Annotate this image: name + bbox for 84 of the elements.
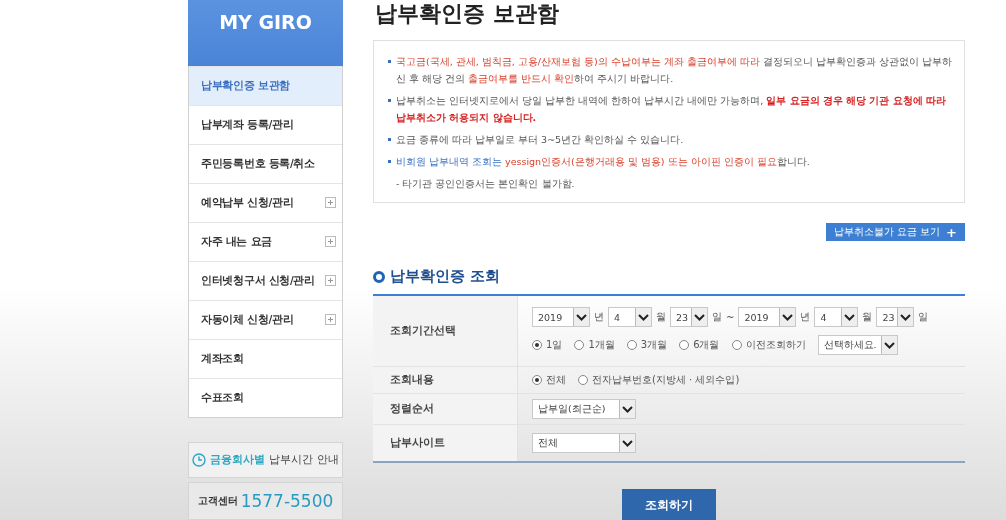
bullet-icon <box>388 138 391 141</box>
sidebar-item-label: 자주 내는 요금 <box>201 234 272 249</box>
sidebar-item[interactable]: 주민등록번호 등록/취소 <box>189 143 342 183</box>
dropdown-select[interactable]: 납부일(최근순) <box>532 399 636 419</box>
sidebar-item[interactable]: 납부계좌 등록/관리 <box>189 104 342 144</box>
unit-label: 일 <box>918 310 929 324</box>
notice-text: 국고금(국세, 관세, 범칙금, 고용/산재보험 등)의 수납여부는 계좌 출금여부에 따라 결정되오니 납부확인증과 상관없이 납부하신 후 해당 건의 출금여부를 반드시 확인하여 주시기 바랍니다. <box>396 55 952 86</box>
form-label: 납부사이트 <box>373 425 518 461</box>
form-label: 조회내용 <box>373 367 518 393</box>
caret-icon <box>619 400 635 418</box>
notice-text: 납부취소는 인터넷지로에서 당일 납부한 내역에 한하여 납부시간 내에만 가능하며, 일부 요금의 경우 해당 기관 요청에 따라 납부취소가 허용되지 않습니다. <box>396 94 948 125</box>
period-option[interactable]: 1개월 <box>574 338 615 352</box>
expand-icon[interactable] <box>325 236 336 248</box>
period-option[interactable]: 1일 <box>532 338 563 352</box>
customer-center-label: 고객센터 <box>197 494 238 509</box>
sidebar-item-label: 납부계좌 등록/관리 <box>201 117 294 132</box>
radio-icon[interactable] <box>626 340 637 350</box>
payment-time-guide-link[interactable]: 금융회사별 납부시간 안내 <box>188 441 343 479</box>
radio-icon[interactable] <box>532 340 542 350</box>
expand-icon[interactable] <box>325 275 336 287</box>
unit-label: 월 <box>656 310 666 324</box>
bullet-icon <box>388 99 391 102</box>
radio-icon[interactable] <box>574 340 585 350</box>
unit-label: 월 <box>862 310 873 324</box>
unit-label: 년 <box>800 310 811 324</box>
caret-icon <box>897 308 914 326</box>
period-option[interactable]: 이전조회하기 <box>731 338 806 352</box>
form-label: 정렬순서 <box>373 394 518 424</box>
caret-icon <box>573 308 589 326</box>
day-select[interactable]: 23 <box>670 307 708 327</box>
notice-text: - 타기관 공인인증서는 본인확인 불가함. <box>396 177 575 191</box>
sidebar-item[interactable]: 자주 내는 요금 <box>189 221 342 261</box>
year-select[interactable]: 2019 <box>532 307 590 327</box>
caret-icon <box>691 308 707 326</box>
phone-number: 1577-5500 <box>240 491 334 512</box>
radio-icon[interactable] <box>532 375 542 385</box>
sidebar-item[interactable]: 납부확인증 보관함 <box>189 65 342 105</box>
view-fees-button[interactable]: 납부취소불가 요금 보기 + <box>825 223 965 241</box>
notice-text: 요금 종류에 따라 납부일로 부터 3~5년간 확인하실 수 있습니다. <box>396 133 684 147</box>
sidebar-title: MY GIRO <box>188 0 343 66</box>
bullet-icon <box>388 60 391 63</box>
sidebar-item[interactable]: 자동이체 신청/관리 <box>189 299 342 339</box>
sidebar-item-label: 인터넷청구서 신청/관리 <box>201 273 315 288</box>
period-option[interactable]: 3개월 <box>626 338 668 352</box>
month-select[interactable]: 4 <box>608 307 652 327</box>
year-select[interactable]: 2019 <box>738 307 797 327</box>
page-title: 납부확인증 보관함 <box>375 0 560 28</box>
dropdown-select[interactable]: 전체 <box>532 433 636 453</box>
sidebar-item[interactable]: 예약납부 신청/관리 <box>189 182 342 222</box>
expand-icon[interactable] <box>325 314 336 326</box>
sidebar-item-label: 주민등록번호 등록/취소 <box>201 156 315 171</box>
sidebar-item-label: 예약납부 신청/관리 <box>201 195 294 210</box>
sidebar-item-label: 수표조회 <box>201 390 244 405</box>
radio-icon[interactable] <box>578 375 588 385</box>
radio-icon[interactable] <box>731 340 742 350</box>
caret-icon <box>779 308 796 326</box>
range-separator: ~ <box>726 311 735 323</box>
sidebar-item[interactable]: 인터넷청구서 신청/관리 <box>189 260 342 300</box>
bullet-icon <box>388 160 391 163</box>
sidebar-item-label: 계좌조회 <box>201 351 244 366</box>
period-option[interactable]: 6개월 <box>679 338 720 352</box>
sidebar-item-label: 납부확인증 보관함 <box>201 78 290 93</box>
sidebar-item-label: 자동이체 신청/관리 <box>201 312 294 327</box>
unit-label: 년 <box>594 310 604 324</box>
search-button[interactable]: 조회하기 <box>622 489 716 520</box>
content-option[interactable]: 전체 <box>532 373 566 387</box>
radio-icon[interactable] <box>679 340 690 350</box>
content-option[interactable]: 전자납부번호(지방세 · 세외수입) <box>578 373 740 387</box>
expand-icon[interactable] <box>325 197 336 209</box>
month-select[interactable]: 4 <box>814 307 859 327</box>
caret-icon <box>880 336 897 354</box>
caret-icon <box>619 434 635 452</box>
ring-icon <box>373 270 385 283</box>
clock-icon <box>192 452 207 467</box>
caret-icon <box>635 308 651 326</box>
section-title: 납부확인증 조회 <box>390 267 501 286</box>
history-select[interactable]: 선택하세요. <box>817 335 898 355</box>
sidebar-item[interactable]: 수표조회 <box>189 377 342 417</box>
unit-label: 일 <box>712 310 722 324</box>
sidebar-item[interactable]: 계좌조회 <box>189 338 342 378</box>
notice-text: 비회원 납부내역 조회는 yessign인증서(은행거래용 및 범용) 또는 아이핀 인증이 필요 합니다. <box>396 155 810 169</box>
day-select[interactable]: 23 <box>876 307 915 327</box>
caret-icon <box>841 308 858 326</box>
form-label: 조회기간선택 <box>373 296 518 366</box>
